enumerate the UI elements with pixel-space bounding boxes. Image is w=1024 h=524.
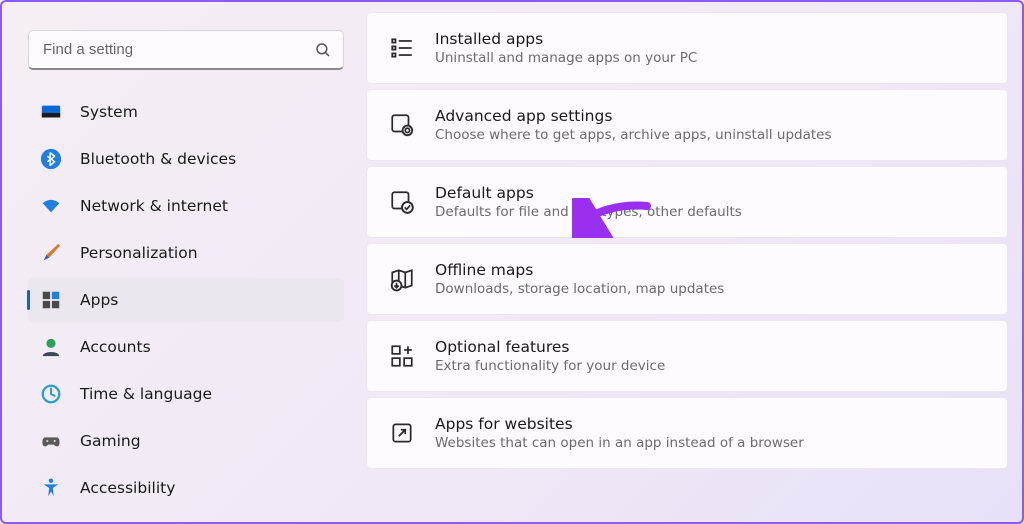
- sidebar-item-label: Apps: [80, 291, 332, 309]
- sidebar-item-label: Network & internet: [80, 197, 332, 215]
- card-subtitle: Websites that can open in an app instead…: [435, 435, 985, 451]
- settings-layout: System Bluetooth & devices Network & int…: [2, 2, 1022, 522]
- accounts-icon: [40, 336, 62, 358]
- card-text: Apps for websites Websites that can open…: [435, 415, 985, 451]
- sidebar-item-bluetooth[interactable]: Bluetooth & devices: [28, 137, 344, 181]
- sidebar-item-apps[interactable]: Apps: [28, 278, 344, 322]
- card-optional-features[interactable]: Optional features Extra functionality fo…: [366, 320, 1008, 392]
- sidebar-item-label: Gaming: [80, 432, 332, 450]
- apps-icon: [40, 289, 62, 311]
- card-default-apps[interactable]: Default apps Defaults for file and link …: [366, 166, 1008, 238]
- card-title: Advanced app settings: [435, 107, 985, 125]
- sidebar-item-time-language[interactable]: Time & language: [28, 372, 344, 416]
- app-gear-icon: [389, 112, 415, 138]
- sidebar-item-accessibility[interactable]: Accessibility: [28, 466, 344, 510]
- sidebar-item-accounts[interactable]: Accounts: [28, 325, 344, 369]
- map-download-icon: [389, 266, 415, 292]
- sidebar: System Bluetooth & devices Network & int…: [22, 12, 362, 522]
- sidebar-item-label: Bluetooth & devices: [80, 150, 332, 168]
- sidebar-item-personalization[interactable]: Personalization: [28, 231, 344, 275]
- sidebar-nav: System Bluetooth & devices Network & int…: [22, 90, 350, 510]
- card-subtitle: Choose where to get apps, archive apps, …: [435, 127, 985, 143]
- card-advanced-app-settings[interactable]: Advanced app settings Choose where to ge…: [366, 89, 1008, 161]
- card-subtitle: Uninstall and manage apps on your PC: [435, 50, 985, 66]
- card-title: Optional features: [435, 338, 985, 356]
- open-external-icon: [389, 420, 415, 446]
- main-content: Installed apps Uninstall and manage apps…: [362, 12, 1012, 522]
- bluetooth-icon: [40, 148, 62, 170]
- card-installed-apps[interactable]: Installed apps Uninstall and manage apps…: [366, 12, 1008, 84]
- paintbrush-icon: [40, 242, 62, 264]
- sidebar-item-network[interactable]: Network & internet: [28, 184, 344, 228]
- sidebar-item-label: Accessibility: [80, 479, 332, 497]
- search-input[interactable]: [28, 30, 344, 70]
- sidebar-item-system[interactable]: System: [28, 90, 344, 134]
- clock-globe-icon: [40, 383, 62, 405]
- card-subtitle: Defaults for file and link types, other …: [435, 204, 985, 220]
- card-title: Offline maps: [435, 261, 985, 279]
- card-subtitle: Downloads, storage location, map updates: [435, 281, 985, 297]
- card-text: Default apps Defaults for file and link …: [435, 184, 985, 220]
- list-icon: [389, 35, 415, 61]
- card-subtitle: Extra functionality for your device: [435, 358, 985, 374]
- wifi-icon: [40, 195, 62, 217]
- card-text: Optional features Extra functionality fo…: [435, 338, 985, 374]
- grid-plus-icon: [389, 343, 415, 369]
- search-container: [28, 30, 344, 70]
- sidebar-item-label: Accounts: [80, 338, 332, 356]
- card-title: Apps for websites: [435, 415, 985, 433]
- gaming-icon: [40, 430, 62, 452]
- card-title: Default apps: [435, 184, 985, 202]
- sidebar-item-label: Time & language: [80, 385, 332, 403]
- card-offline-maps[interactable]: Offline maps Downloads, storage location…: [366, 243, 1008, 315]
- accessibility-icon: [40, 477, 62, 499]
- card-apps-for-websites[interactable]: Apps for websites Websites that can open…: [366, 397, 1008, 469]
- card-text: Advanced app settings Choose where to ge…: [435, 107, 985, 143]
- card-title: Installed apps: [435, 30, 985, 48]
- search-icon: [314, 41, 332, 59]
- sidebar-item-gaming[interactable]: Gaming: [28, 419, 344, 463]
- system-icon: [40, 101, 62, 123]
- app-check-icon: [389, 189, 415, 215]
- card-text: Installed apps Uninstall and manage apps…: [435, 30, 985, 66]
- sidebar-item-label: System: [80, 103, 332, 121]
- sidebar-item-label: Personalization: [80, 244, 332, 262]
- card-text: Offline maps Downloads, storage location…: [435, 261, 985, 297]
